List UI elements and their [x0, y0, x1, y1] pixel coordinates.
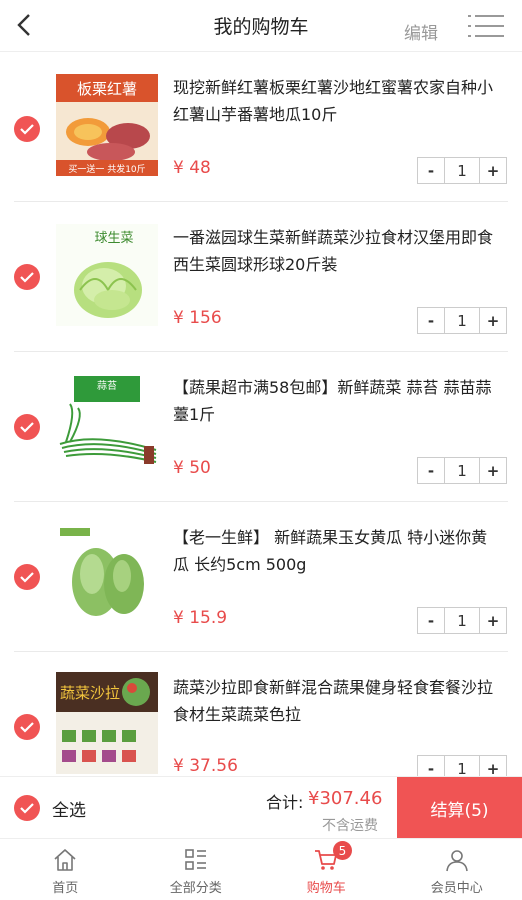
cart-item: 【老一生鲜】 新鲜蔬果玉女黄瓜 特小迷你黄瓜 长约5cm 500g ¥ 15.9…	[0, 502, 522, 652]
tab-member[interactable]: 会员中心	[392, 839, 522, 900]
tab-cart[interactable]: 5 购物车	[261, 839, 392, 900]
quantity-stepper: - 1 +	[417, 457, 507, 484]
item-checkbox[interactable]	[14, 116, 40, 142]
shipping-note: 不含运费	[322, 818, 378, 834]
item-checkbox[interactable]	[14, 264, 40, 290]
checkmark-icon	[20, 422, 34, 433]
quantity-value[interactable]: 1	[444, 608, 480, 633]
cart-item-list[interactable]: 板栗红薯 买一送一 共发10斤 现挖新鲜红薯板栗红薯沙地红蜜薯农家自种小红薯山芋…	[0, 52, 522, 776]
category-icon	[184, 849, 206, 870]
increase-button[interactable]: +	[480, 308, 506, 333]
item-checkbox[interactable]	[14, 414, 40, 440]
tab-home[interactable]: 首页	[0, 839, 131, 900]
product-name[interactable]: 蔬菜沙拉即食新鲜混合蔬果健身轻食套餐沙拉食材生菜蔬菜色拉	[173, 674, 503, 728]
user-icon	[445, 850, 468, 872]
tab-categories[interactable]: 全部分类	[131, 839, 262, 900]
checkmark-icon	[20, 272, 34, 283]
cart-item: 球生菜 一番滋园球生菜新鲜蔬菜沙拉食材汉堡用即食西生菜圆球形球20斤装 ¥ 15…	[0, 202, 522, 352]
checkout-bar: 全选 合计: ¥307.46 不含运费 结算(5)	[0, 776, 522, 839]
sweet-potato-image: 板栗红薯 买一送一 共发10斤	[56, 74, 158, 176]
cart-item: 板栗红薯 买一送一 共发10斤 现挖新鲜红薯板栗红薯沙地红蜜薯农家自种小红薯山芋…	[0, 52, 522, 202]
thumb-title: 板栗红薯	[77, 80, 137, 98]
cucumber-image	[56, 524, 158, 626]
product-image[interactable]: 板栗红薯 买一送一 共发10斤	[56, 74, 158, 176]
item-checkbox[interactable]	[14, 564, 40, 590]
cart-count-badge: 5	[333, 841, 352, 860]
tab-label: 购物车	[306, 881, 346, 896]
quantity-stepper: - 1 +	[417, 307, 507, 334]
thumb-title: 蒜苔	[97, 379, 117, 392]
home-icon	[54, 849, 76, 871]
increase-button[interactable]: +	[480, 608, 506, 633]
increase-button[interactable]: +	[480, 458, 506, 483]
quantity-stepper: - 1 +	[417, 755, 507, 776]
decrease-button[interactable]: -	[418, 158, 444, 183]
quantity-value[interactable]: 1	[444, 158, 480, 183]
decrease-button[interactable]: -	[418, 458, 444, 483]
thumb-title: 蔬菜沙拉	[60, 684, 120, 702]
product-price: ¥ 48	[173, 158, 211, 178]
checkmark-icon	[20, 803, 34, 814]
select-all-label[interactable]: 全选	[52, 796, 86, 821]
increase-button[interactable]: +	[480, 756, 506, 777]
checkmark-icon	[20, 722, 34, 733]
thumb-title: 球生菜	[94, 231, 133, 246]
tab-label: 会员中心	[430, 881, 483, 896]
top-nav-bar: 我的购物车 编辑	[0, 0, 522, 52]
product-image[interactable]: 蔬菜沙拉	[56, 672, 158, 774]
product-price: ¥ 156	[173, 308, 222, 328]
product-image[interactable]: 蒜苔	[56, 372, 158, 474]
quantity-stepper: - 1 +	[417, 157, 507, 184]
product-name[interactable]: 现挖新鲜红薯板栗红薯沙地红蜜薯农家自种小红薯山芋番薯地瓜10斤	[173, 74, 503, 128]
quantity-value[interactable]: 1	[444, 308, 480, 333]
page-title: 我的购物车	[213, 16, 309, 38]
product-price: ¥ 50	[173, 458, 211, 478]
increase-button[interactable]: +	[480, 158, 506, 183]
checkmark-icon	[20, 572, 34, 583]
quantity-value[interactable]: 1	[444, 756, 480, 776]
total-amount: ¥307.46	[308, 788, 383, 809]
product-price: ¥ 15.9	[173, 608, 228, 628]
quantity-value[interactable]: 1	[444, 458, 480, 483]
decrease-button[interactable]: -	[418, 756, 444, 777]
list-menu-icon	[468, 15, 504, 37]
garlic-sprout-image: 蒜苔	[56, 372, 158, 474]
thumb-caption: 买一送一 共发10斤	[68, 163, 145, 175]
tab-label: 全部分类	[169, 881, 222, 896]
product-name[interactable]: 【老一生鲜】 新鲜蔬果玉女黄瓜 特小迷你黄瓜 长约5cm 500g	[173, 524, 503, 578]
product-image[interactable]: 球生菜	[56, 224, 158, 326]
product-image[interactable]	[56, 524, 158, 626]
menu-button[interactable]	[468, 14, 504, 38]
tab-label: 首页	[52, 881, 79, 896]
item-checkbox[interactable]	[14, 714, 40, 740]
decrease-button[interactable]: -	[418, 608, 444, 633]
cart-item: 蒜苔 【蔬果超市满58包邮】新鲜蔬菜 蒜苔 蒜苗蒜薹1斤 ¥ 50 - 1 +	[0, 352, 522, 502]
total-label: 合计:	[266, 793, 304, 812]
quantity-stepper: - 1 +	[417, 607, 507, 634]
edit-button[interactable]: 编辑	[404, 19, 438, 44]
product-name[interactable]: 一番滋园球生菜新鲜蔬菜沙拉食材汉堡用即食西生菜圆球形球20斤装	[173, 224, 503, 278]
product-name[interactable]: 【蔬果超市满58包邮】新鲜蔬菜 蒜苔 蒜苗蒜薹1斤	[173, 374, 503, 428]
salad-image: 蔬菜沙拉	[56, 672, 158, 774]
product-price: ¥ 37.56	[173, 756, 238, 776]
cart-item: 蔬菜沙拉 蔬菜沙拉即食新鲜混合蔬果健身轻食套餐沙拉食材生菜蔬菜色拉 ¥ 37.5…	[0, 652, 522, 776]
decrease-button[interactable]: -	[418, 308, 444, 333]
checkout-button[interactable]: 结算(5)	[397, 777, 522, 839]
select-all-checkbox[interactable]	[14, 795, 40, 821]
lettuce-image: 球生菜	[56, 224, 158, 326]
bottom-tab-bar: 首页 全部分类 5 购物车 会员中心	[0, 838, 522, 900]
checkmark-icon	[20, 124, 34, 135]
